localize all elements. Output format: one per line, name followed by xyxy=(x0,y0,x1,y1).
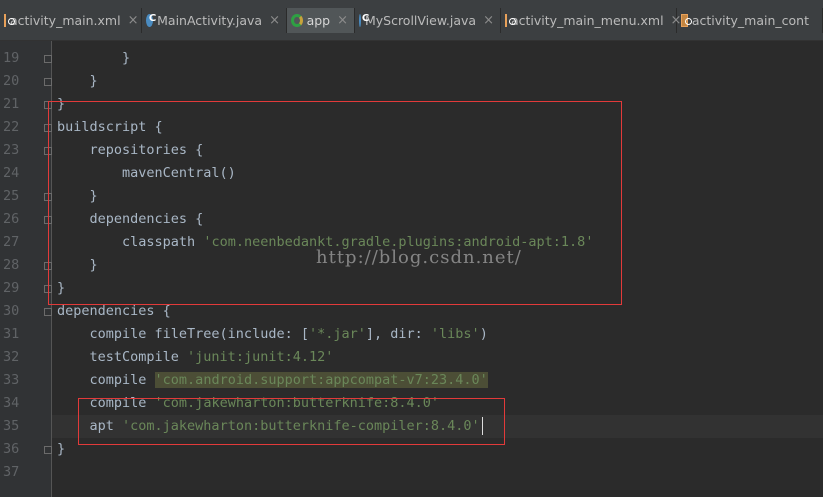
line-number: 31 xyxy=(3,326,20,342)
fold-marker-icon[interactable] xyxy=(44,446,52,454)
code-token: ], dir: xyxy=(365,326,431,342)
gradle-icon xyxy=(291,13,303,27)
line-number: 26 xyxy=(3,211,20,227)
line-number: 24 xyxy=(3,165,20,181)
line-number: 22 xyxy=(3,119,20,135)
close-icon[interactable]: × xyxy=(269,13,280,28)
xml-file-icon xyxy=(505,13,516,27)
line-number: 35 xyxy=(3,418,20,434)
code-line: } xyxy=(57,438,65,461)
code-token: } xyxy=(57,441,66,457)
line-number: 23 xyxy=(3,142,20,158)
code-token: } xyxy=(57,73,98,89)
tab-label: MyScrollView.java xyxy=(364,12,477,28)
line-number: 20 xyxy=(3,73,20,89)
code-line: compile 'com.android.support:appcompat-v… xyxy=(57,369,488,392)
string-literal: 'com.android.support:appcompat-v7:23.4.0… xyxy=(154,372,488,388)
fold-marker-icon[interactable] xyxy=(44,308,52,316)
fold-marker-icon[interactable] xyxy=(44,78,52,86)
tab-activity-main-cont[interactable]: activity_main_cont xyxy=(677,7,823,33)
tab-label: activity_main_menu.xml xyxy=(511,12,664,28)
code-token: compile fileTree(include: [ xyxy=(57,326,309,342)
code-line: } xyxy=(57,47,130,70)
tab-activity-main-menu-xml[interactable]: activity_main_menu.xml × xyxy=(501,7,681,33)
java-class-icon xyxy=(146,13,159,27)
close-icon[interactable]: × xyxy=(128,13,139,28)
line-number: 30 xyxy=(3,303,20,319)
tab-label: activity_main.xml xyxy=(10,12,121,28)
annotation-box-apt-dependencies xyxy=(78,398,505,445)
close-icon[interactable]: × xyxy=(337,13,348,28)
line-number: 29 xyxy=(3,280,20,296)
line-number: 19 xyxy=(3,50,20,66)
code-line: compile fileTree(include: ['*.jar'], dir… xyxy=(57,323,488,346)
string-literal: 'libs' xyxy=(430,326,480,342)
line-number: 25 xyxy=(3,188,20,204)
string-literal: '*.jar' xyxy=(308,326,366,342)
line-number: 36 xyxy=(3,441,20,457)
line-number: 21 xyxy=(3,96,20,112)
string-literal: 'junit:junit:4.12' xyxy=(187,349,334,365)
line-number: 32 xyxy=(3,349,20,365)
line-number: 37 xyxy=(3,464,20,480)
fold-marker-icon[interactable] xyxy=(44,55,52,63)
tab-app[interactable]: app × xyxy=(287,7,355,33)
watermark-text: http://blog.csdn.net/ xyxy=(316,247,522,268)
close-icon[interactable]: × xyxy=(483,13,494,28)
java-class-icon xyxy=(359,13,372,27)
line-number-gutter: 19 20 21 22 23 24 25 26 27 28 29 30 31 32 33 34 35 36 37 xyxy=(0,41,52,497)
tab-myscrollview-java[interactable]: MyScrollView.java × xyxy=(355,7,501,33)
tab-activity-main-xml[interactable]: activity_main.xml × xyxy=(0,7,142,33)
editor-tab-bar: activity_main.xml × MainActivity.java × app ×… xyxy=(0,0,823,41)
tab-mainactivity-java[interactable]: MainActivity.java × xyxy=(142,7,287,33)
line-number: 27 xyxy=(3,234,20,250)
line-number: 33 xyxy=(3,372,20,388)
code-token: dependencies { xyxy=(57,303,171,319)
code-token: compile xyxy=(57,372,155,388)
code-line: testCompile 'junit:junit:4.12' xyxy=(57,346,334,369)
code-token: ) xyxy=(479,326,488,342)
tab-label: app xyxy=(306,12,331,28)
code-token: testCompile xyxy=(57,349,188,365)
line-number: 28 xyxy=(3,257,20,273)
annotation-box-buildscript xyxy=(48,101,622,305)
xml-file-icon xyxy=(681,13,692,27)
tab-label: MainActivity.java xyxy=(157,12,263,28)
code-token: } xyxy=(57,50,131,66)
xml-file-icon xyxy=(4,13,15,27)
tab-label: activity_main_cont xyxy=(691,12,809,28)
line-number: 34 xyxy=(3,395,20,411)
code-line: } xyxy=(57,70,98,93)
